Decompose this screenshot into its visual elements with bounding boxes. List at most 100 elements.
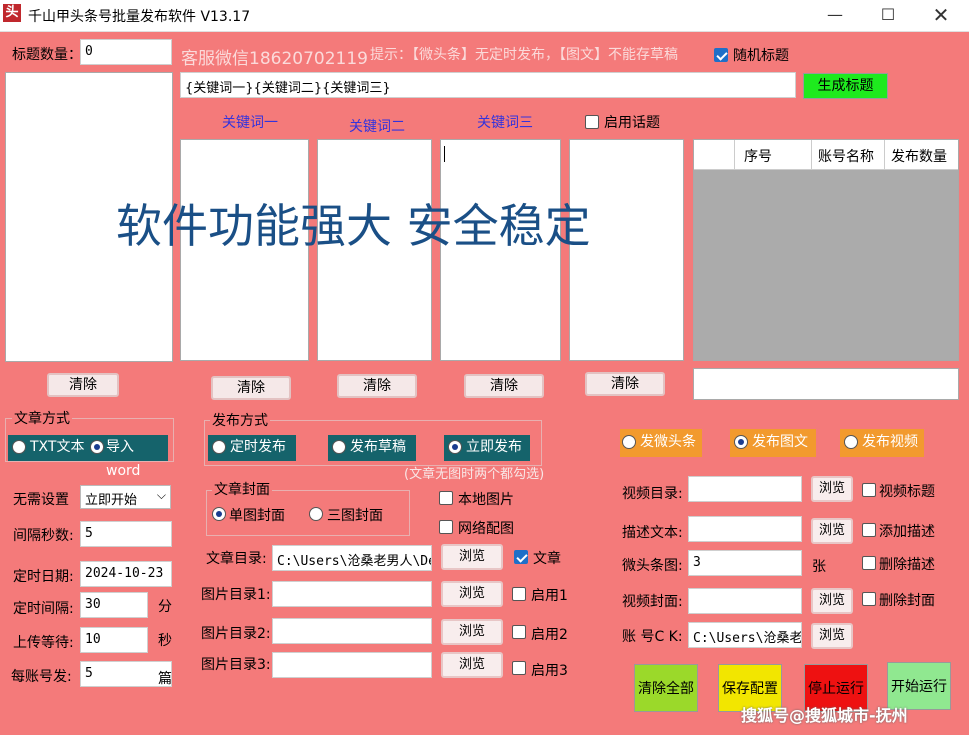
article-check-label: 文章	[533, 551, 561, 567]
img2-browse-button[interactable]: 浏览	[441, 619, 503, 645]
import-word-option[interactable]: 导入word	[86, 435, 168, 479]
immediate-publish-option[interactable]: 立即发布	[444, 435, 530, 461]
random-title-checkbox[interactable]	[714, 48, 728, 62]
draft-publish-option[interactable]: 发布草稿	[328, 435, 416, 461]
txt-radio[interactable]	[12, 440, 26, 454]
date-label: 定时日期:	[13, 569, 74, 585]
interval-label: 定时间隔:	[13, 601, 74, 617]
del-desc-checkbox[interactable]	[862, 556, 876, 570]
article-type-option[interactable]: 发布图文	[730, 429, 816, 457]
img3-label: 图片目录3:	[201, 657, 271, 673]
clear-titles-button[interactable]: 清除	[47, 373, 119, 397]
video-dir-input[interactable]	[688, 476, 802, 502]
enable-topic-label: 启用话题	[604, 115, 660, 131]
account-ck-label: 账 号C K:	[622, 629, 683, 645]
del-cover-label: 删除封面	[879, 593, 935, 609]
random-title-label: 随机标题	[733, 48, 789, 64]
net-image-checkbox[interactable]	[439, 520, 453, 534]
article-type-radio[interactable]	[734, 435, 748, 449]
account-input[interactable]	[693, 368, 959, 400]
main-client-area: 标题数量： 0 客服微信18620702119 提示：【微头条】无定时发布，【图…	[0, 32, 969, 735]
interval-input[interactable]: 30	[80, 592, 148, 618]
col-publish-count[interactable]: 发布数量	[891, 146, 947, 166]
word-radio[interactable]	[90, 440, 104, 454]
enable1-label: 启用1	[531, 588, 568, 604]
weitoutiao-option[interactable]: 发微头条	[620, 429, 702, 457]
add-desc-label: 添加描述	[879, 524, 935, 540]
title-count-label: 标题数量：	[12, 47, 82, 63]
clear-topic-button[interactable]: 清除	[585, 372, 665, 396]
enable-topic-checkbox[interactable]	[585, 115, 599, 129]
video-cover-browse-button[interactable]: 浏览	[811, 588, 853, 614]
triple-cover-radio[interactable]	[309, 507, 323, 521]
enable2-checkbox[interactable]	[512, 625, 526, 639]
video-dir-browse-button[interactable]: 浏览	[811, 476, 853, 502]
video-title-label: 视频标题	[879, 484, 935, 500]
txt-label: TXT文本	[30, 439, 85, 455]
desc-text-input[interactable]	[688, 516, 802, 542]
service-wechat: 客服微信18620702119	[181, 49, 368, 69]
title-bar: 头 千山甲头条号批量发布软件 V13.17 — ☐ ✕	[0, 0, 969, 32]
generate-title-button[interactable]: 生成标题	[803, 73, 888, 99]
enable2-label: 启用2	[531, 627, 568, 643]
close-icon[interactable]: ✕	[926, 3, 956, 27]
single-cover-label: 单图封面	[229, 508, 285, 524]
maximize-icon[interactable]: ☐	[873, 3, 903, 27]
video-dir-label: 视频目录:	[622, 486, 683, 502]
local-image-checkbox[interactable]	[439, 491, 453, 505]
video-cover-input[interactable]	[688, 588, 802, 614]
keyword1-header: 关键词一	[222, 115, 278, 131]
enable3-checkbox[interactable]	[512, 661, 526, 675]
clear-all-button[interactable]: 清除全部	[634, 664, 698, 712]
wait-unit: 秒	[158, 633, 172, 649]
wait-input[interactable]: 10	[80, 627, 148, 653]
video-type-radio[interactable]	[844, 435, 858, 449]
keyword2-header: 关键词二	[349, 119, 405, 135]
minimize-icon[interactable]: —	[820, 3, 850, 27]
weitt-img-label: 微头条图:	[622, 558, 683, 574]
app-icon: 头	[3, 4, 21, 22]
article-checkbox[interactable]	[514, 550, 528, 564]
word-label: 导入word	[106, 439, 141, 479]
chevron-down-icon: ⌵	[156, 488, 166, 502]
img1-input[interactable]	[272, 581, 432, 607]
title-count-input[interactable]: 0	[80, 39, 172, 65]
single-cover-radio[interactable]	[212, 507, 226, 521]
clear-keyword3-button[interactable]: 清除	[464, 374, 544, 398]
enable1-checkbox[interactable]	[512, 587, 526, 601]
window-title: 千山甲头条号批量发布软件 V13.17	[28, 9, 251, 25]
video-type-option[interactable]: 发布视频	[840, 429, 924, 457]
date-input[interactable]: 2024-10-23 0:	[80, 561, 172, 587]
img3-input[interactable]	[272, 652, 432, 678]
img3-browse-button[interactable]: 浏览	[441, 652, 503, 678]
account-ck-browse-button[interactable]: 浏览	[811, 623, 853, 649]
article-dir-input[interactable]: C:\Users\沧桑老男人\Des	[272, 545, 432, 571]
clear-keyword1-button[interactable]: 清除	[211, 376, 291, 400]
cover-title: 文章封面	[212, 479, 272, 499]
immediate-radio[interactable]	[448, 440, 462, 454]
del-cover-checkbox[interactable]	[862, 592, 876, 606]
add-desc-checkbox[interactable]	[862, 523, 876, 537]
text-cursor	[444, 146, 445, 162]
scheduled-publish-option[interactable]: 定时发布	[208, 435, 296, 461]
img1-browse-button[interactable]: 浏览	[441, 581, 503, 607]
col-account-name[interactable]: 账号名称	[818, 146, 874, 166]
video-cover-label: 视频封面:	[622, 594, 683, 610]
weitoutiao-radio[interactable]	[622, 435, 636, 449]
title-template-input[interactable]: {关键词一}{关键词二}{关键词三}	[180, 72, 796, 98]
interval-sec-input[interactable]: 5	[80, 521, 172, 547]
txt-text-option[interactable]: TXT文本	[8, 435, 86, 461]
scheduled-radio[interactable]	[212, 440, 226, 454]
weitt-img-input[interactable]: 3	[688, 550, 802, 576]
img2-input[interactable]	[272, 618, 432, 644]
start-mode-select[interactable]: 立即开始 ⌵	[80, 485, 171, 509]
video-title-checkbox[interactable]	[862, 483, 876, 497]
account-ck-input[interactable]: C:\Users\沧桑老男	[688, 622, 802, 648]
accounts-table[interactable]: 序号 账号名称 发布数量	[693, 139, 959, 361]
article-dir-browse-button[interactable]: 浏览	[441, 544, 503, 570]
img2-label: 图片目录2:	[201, 626, 271, 642]
desc-text-browse-button[interactable]: 浏览	[811, 518, 853, 544]
col-index[interactable]: 序号	[744, 146, 772, 166]
clear-keyword2-button[interactable]: 清除	[337, 374, 417, 398]
draft-radio[interactable]	[332, 440, 346, 454]
